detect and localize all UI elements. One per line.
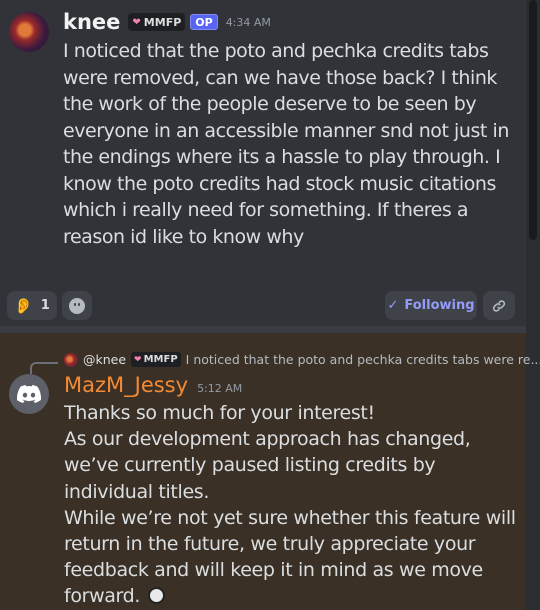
server-tag[interactable]: ❤ MMFP <box>128 13 186 31</box>
following-label: Following <box>404 298 475 313</box>
message-paragraph: Thanks so much for your interest! <box>64 402 375 424</box>
scrollbar-thumb[interactable] <box>529 0 537 240</box>
message-paragraph: While we’re not yet sure whether this fe… <box>64 505 520 610</box>
reply-connector <box>30 362 58 374</box>
reply-server-tag: ❤ MMFP <box>131 352 181 367</box>
op-badge: OP <box>190 14 218 30</box>
add-reaction-button[interactable] <box>62 291 92 320</box>
message-header: knee ❤ MMFP OP 4:34 AM <box>63 10 271 34</box>
check-icon: ✓ <box>387 298 399 313</box>
reply-avatar <box>64 352 78 367</box>
message-divider <box>0 326 526 333</box>
reaction-count: 1 <box>40 298 50 313</box>
link-icon <box>492 299 506 312</box>
reply-reference[interactable]: @knee ❤ MMFP I noticed that the poto and… <box>64 352 540 367</box>
discord-icon <box>17 385 41 403</box>
timestamp[interactable]: 5:12 AM <box>197 382 242 395</box>
copy-link-button[interactable] <box>483 291 515 320</box>
scrollbar[interactable] <box>526 0 540 610</box>
server-tag-label: MMFP <box>143 15 182 29</box>
username[interactable]: knee <box>63 10 120 34</box>
reply-snippet[interactable]: I noticed that the poto and pechka credi… <box>186 352 540 367</box>
ear-icon: 👂 <box>14 296 33 315</box>
reply-mention[interactable]: @knee <box>83 352 126 367</box>
custom-emoji-icon <box>148 587 166 605</box>
message-header: MazM_Jessy 5:12 AM <box>64 373 242 397</box>
message-paragraph: As our development approach has changed,… <box>64 428 471 503</box>
heart-icon: ❤ <box>132 16 141 28</box>
heart-icon: ❤ <box>134 354 142 365</box>
avatar[interactable] <box>9 374 49 414</box>
timestamp[interactable]: 4:34 AM <box>226 16 271 29</box>
smile-icon <box>69 297 85 314</box>
reply-server-tag-label: MMFP <box>143 354 178 365</box>
username[interactable]: MazM_Jessy <box>64 373 188 397</box>
avatar[interactable] <box>9 12 49 52</box>
following-button[interactable]: ✓ Following <box>385 291 477 320</box>
message-content: I noticed that the poto and pechka credi… <box>63 40 509 248</box>
reaction-button[interactable]: 👂 1 <box>7 291 57 320</box>
message-content: Thanks so much for your interest! As our… <box>64 400 520 610</box>
message-paragraph-text: While we’re not yet sure whether this fe… <box>64 506 516 608</box>
